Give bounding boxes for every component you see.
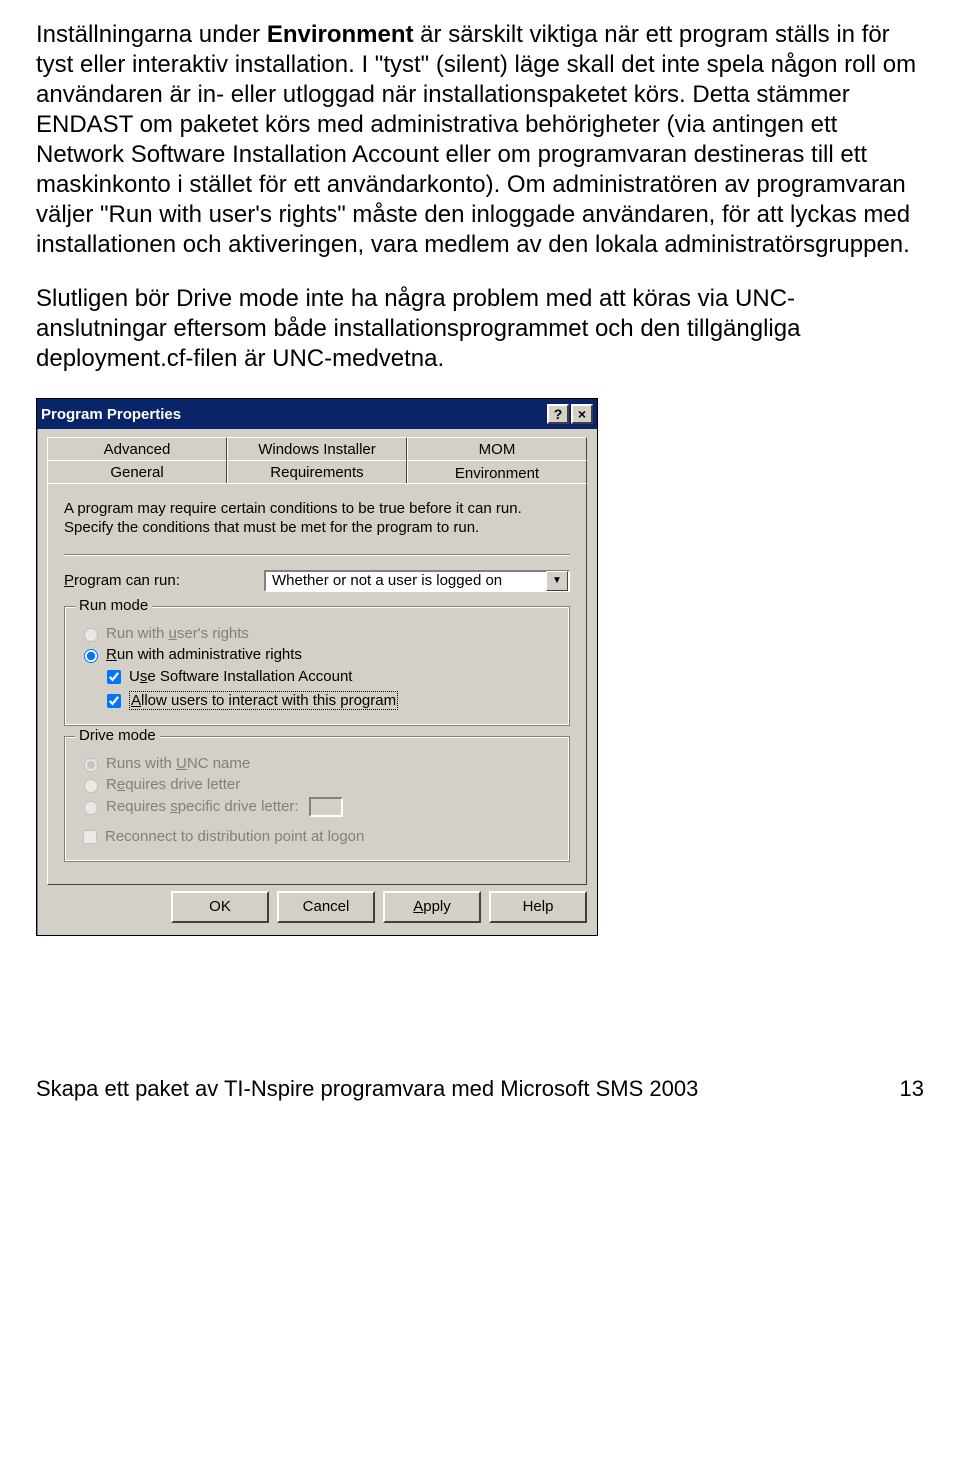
- tab-advanced[interactable]: Advanced: [47, 437, 227, 461]
- separator: [64, 554, 570, 556]
- cancel-button[interactable]: Cancel: [277, 891, 375, 923]
- help-button[interactable]: Help: [489, 891, 587, 923]
- page-footer: Skapa ett paket av TI-Nspire programvara…: [36, 996, 924, 1102]
- tabs: Advanced Windows Installer MOM General R…: [47, 437, 587, 885]
- check-use-sia[interactable]: Use Software Installation Account: [103, 667, 555, 687]
- tab-general[interactable]: General: [47, 460, 227, 484]
- radio-admin-rights[interactable]: Run with administrative rights: [79, 646, 555, 663]
- page-number: 13: [900, 1076, 924, 1102]
- tab-mom[interactable]: MOM: [407, 437, 587, 461]
- panel-description: A program may require certain conditions…: [64, 500, 570, 538]
- close-icon[interactable]: ×: [571, 404, 593, 424]
- ok-button[interactable]: OK: [171, 891, 269, 923]
- tab-panel-environment: A program may require certain conditions…: [47, 483, 587, 885]
- check-reconnect: Reconnect to distribution point at logon: [79, 827, 555, 847]
- apply-button[interactable]: Apply: [383, 891, 481, 923]
- chevron-down-icon[interactable]: ▼: [546, 571, 568, 591]
- tab-windows-installer[interactable]: Windows Installer: [227, 437, 407, 461]
- group-drive-mode: Drive mode Runs with UNC name Requires d…: [64, 736, 570, 862]
- dialog-titlebar: Program Properties ? ×: [37, 399, 597, 429]
- drive-mode-legend: Drive mode: [75, 727, 160, 744]
- radio-user-rights: Run with user's rights: [79, 625, 555, 642]
- tab-requirements[interactable]: Requirements: [227, 460, 407, 484]
- run-mode-legend: Run mode: [75, 597, 152, 614]
- dialog-title: Program Properties: [41, 406, 545, 423]
- help-icon[interactable]: ?: [547, 404, 569, 424]
- paragraph-1: Inställningarna under Environment är sär…: [36, 20, 924, 260]
- group-run-mode: Run mode Run with user's rights Run with…: [64, 606, 570, 726]
- drive-letter-input: [309, 797, 343, 817]
- radio-specific-drive: Requires specific drive letter:: [79, 797, 555, 817]
- check-allow-interact[interactable]: Allow users to interact with this progra…: [103, 691, 555, 711]
- tab-environment[interactable]: Environment: [407, 460, 587, 485]
- radio-unc-name: Runs with UNC name: [79, 755, 555, 772]
- radio-drive-letter: Requires drive letter: [79, 776, 555, 793]
- program-properties-dialog: Program Properties ? × Advanced Windows …: [36, 398, 598, 936]
- program-can-run-select[interactable]: Whether or not a user is logged on ▼: [264, 570, 570, 592]
- footer-text: Skapa ett paket av TI-Nspire programvara…: [36, 1076, 698, 1102]
- program-can-run-label: Program can run:: [64, 572, 264, 589]
- paragraph-2: Slutligen bör Drive mode inte ha några p…: [36, 284, 924, 374]
